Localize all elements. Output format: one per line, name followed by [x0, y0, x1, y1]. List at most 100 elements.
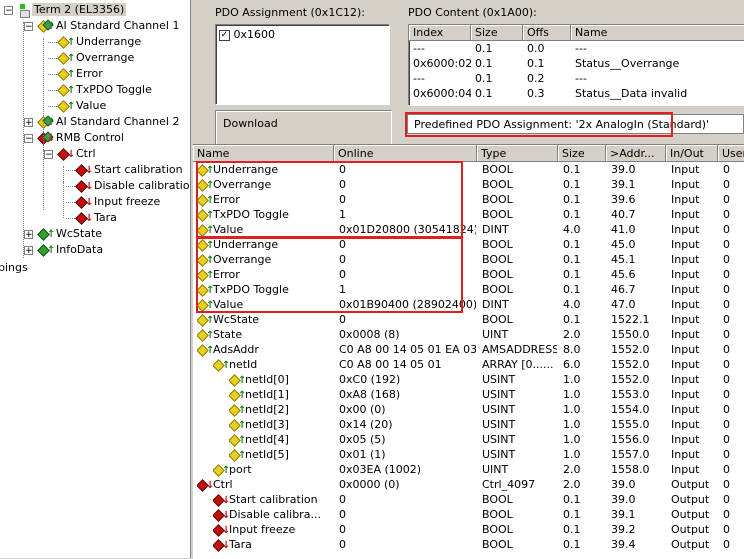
- variable-row[interactable]: ↓ Start calibration 0 BOOL 0.1 39.0 Output 0: [193, 492, 744, 507]
- pdo-assignment-list[interactable]: ✓ 0x1600: [215, 24, 390, 105]
- tree-node[interactable]: ↑ Error: [57, 66, 105, 82]
- variable-row[interactable]: ↑ Overrange 0 BOOL 0.1 39.1 Input 0: [193, 177, 744, 192]
- arrow: ↑: [238, 405, 247, 416]
- variable-row[interactable]: ↑ netId[1] 0xA8 (168) USINT 1.0 1553.0 Input 0: [193, 387, 744, 402]
- variable-row[interactable]: ↑ Error 0 BOOL 0.1 45.6 Input 0: [193, 267, 744, 282]
- tree-node[interactable]: Term 2 (EL3356): [18, 2, 127, 18]
- tree-node-label: AI Standard Channel 1: [56, 19, 180, 32]
- variable-name-cell: ↑ port: [213, 462, 334, 477]
- variable-row[interactable]: ↑ netId[0] 0xC0 (192) USINT 1.0 1552.0 Input 0: [193, 372, 744, 387]
- variable-name: State: [213, 328, 243, 341]
- variable-cell: 0xA8 (168): [339, 388, 401, 401]
- collapse-icon[interactable]: −: [44, 150, 53, 160]
- variable-row[interactable]: ↓ Input freeze 0 BOOL 0.1 39.2 Output 0: [193, 522, 744, 537]
- tree-node[interactable]: ↑ Underrange: [57, 34, 143, 50]
- variable-row[interactable]: ↑ Error 0 BOOL 0.1 39.6 Input 0: [193, 192, 744, 207]
- variable-cell: 0x05 (5): [339, 433, 386, 446]
- var-column-header[interactable]: Type: [477, 145, 558, 162]
- variable-row[interactable]: ↑ Value 0x01B90400 (28902400) DINT 4.0 47.0 In…: [193, 297, 744, 312]
- tree-node[interactable]: ↑ AI Standard Channel 2: [37, 114, 181, 130]
- variable-name: netId[4]: [245, 433, 289, 446]
- variable-row[interactable]: ↑ WcState 0 BOOL 0.1 1522.1 Input 0: [193, 312, 744, 327]
- variable-row[interactable]: ↑ port 0x03EA (1002) UINT 2.0 1558.0 Input 0: [193, 462, 744, 477]
- variable-cell: Input: [671, 268, 700, 281]
- variable-name: Overrange: [213, 178, 272, 191]
- pdo-column-header[interactable]: Index: [409, 25, 471, 41]
- variable-row[interactable]: ↑ AdsAddr C0 A8 00 14 05 01 EA 03 AMSADDRES…: [193, 342, 744, 357]
- tree-node[interactable]: ↑ WcState: [37, 226, 104, 242]
- var-column-header[interactable]: Online: [334, 145, 477, 162]
- tree-guide: [23, 22, 24, 258]
- collapse-icon[interactable]: −: [4, 6, 13, 16]
- variable-row[interactable]: ↑ State 0x0008 (8) UINT 2.0 1550.0 Input 0: [193, 327, 744, 342]
- tree-node[interactable]: ↓ Disable calibration: [75, 178, 190, 194]
- variable-row[interactable]: ↓ Disable calibra... 0 BOOL 0.1 39.1 Output 0: [193, 507, 744, 522]
- variable-cell: Input: [671, 178, 700, 191]
- input-var-icon: ↑: [57, 84, 75, 97]
- pdo-assignment-item[interactable]: ✓ 0x1600: [219, 28, 275, 42]
- variable-row[interactable]: ↑ netId[2] 0x00 (0) USINT 1.0 1554.0 Input 0: [193, 402, 744, 417]
- expand-icon[interactable]: +: [24, 118, 33, 128]
- output-var-icon: ↓: [197, 479, 214, 492]
- pdo-content-list[interactable]: Index Size Offs Name --- 0.1 0.0 --- 0x6000:02 0…: [408, 24, 744, 106]
- var-column-header[interactable]: User: [718, 145, 744, 162]
- checkbox-icon[interactable]: ✓: [219, 29, 230, 41]
- var-column-header[interactable]: >Addr...: [606, 145, 666, 162]
- tree-node[interactable]: ↓ Tara: [75, 210, 119, 226]
- variable-row[interactable]: ↑ Value 0x01D20800 (30541824) DINT 4.0 41.0 In…: [193, 222, 744, 237]
- predefined-pdo-dropdown[interactable]: Predefined PDO Assignment: '2x AnalogIn …: [407, 114, 744, 134]
- tree-node[interactable]: ↓ Input freeze: [75, 194, 162, 210]
- tree-node[interactable]: ↑ TxPDO Toggle: [57, 82, 154, 98]
- variable-cell: 1.0: [563, 418, 581, 431]
- variable-row[interactable]: ↓ Ctrl 0x0000 (0) Ctrl_4097 2.0 39.0 Output 0: [193, 477, 744, 492]
- variable-row[interactable]: ↓ Tara 0 BOOL 0.1 39.4 Output 0: [193, 537, 744, 552]
- pdo-content-row[interactable]: --- 0.1 0.2 ---: [409, 72, 744, 86]
- tree-node[interactable]: ↑ InfoData: [37, 242, 105, 258]
- variable-name: netId[0]: [245, 373, 289, 386]
- collapse-icon[interactable]: −: [24, 134, 33, 144]
- tree-node[interactable]: ↑ AI Standard Channel 1: [37, 18, 181, 34]
- variable-row[interactable]: ↑ Underrange 0 BOOL 0.1 39.0 Input 0: [193, 162, 744, 177]
- variable-row[interactable]: ↑ Overrange 0 BOOL 0.1 45.1 Input 0: [193, 252, 744, 267]
- tree-node-label: AI Standard Channel 2: [56, 115, 180, 128]
- arrow: ↓: [47, 133, 56, 144]
- pdo-column-header[interactable]: Offs: [523, 25, 571, 41]
- var-column-header[interactable]: In/Out: [666, 145, 718, 162]
- variable-row[interactable]: ↑ netId[3] 0x14 (20) USINT 1.0 1555.0 Input 0: [193, 417, 744, 432]
- variable-name-cell: ↓ Input freeze: [213, 522, 334, 537]
- variable-list[interactable]: NameOnlineTypeSize>Addr...In/OutUser ↑Un…: [193, 144, 744, 559]
- pdo-content-row[interactable]: 0x6000:02 0.1 0.1 Status__Overrange: [409, 57, 744, 71]
- input-var-icon: ↑: [229, 404, 247, 417]
- var-column-header[interactable]: Name: [193, 145, 334, 162]
- expand-icon[interactable]: +: [24, 246, 33, 256]
- tree-node[interactable]: ↓ RMB Control: [37, 130, 126, 146]
- var-column-header[interactable]: Size: [558, 145, 606, 162]
- pdo-content-row[interactable]: 0x6000:04 0.1 0.3 Status__Data invalid: [409, 87, 744, 101]
- variable-row[interactable]: ↑ Underrange 0 BOOL 0.1 45.0 Input 0: [193, 237, 744, 252]
- arrow: ↑: [238, 375, 247, 386]
- pdo-column-header[interactable]: Size: [471, 25, 523, 41]
- pdo-content-row[interactable]: --- 0.1 0.0 ---: [409, 42, 744, 56]
- variable-cell: 39.0: [611, 493, 636, 506]
- output-var-icon: ↓: [57, 148, 75, 161]
- variable-row[interactable]: ↑ netId[4] 0x05 (5) USINT 1.0 1556.0 Input 0: [193, 432, 744, 447]
- variable-name-cell: ↑ TxPDO Toggle: [197, 282, 334, 297]
- expand-icon[interactable]: +: [24, 230, 33, 240]
- pdo-column-header[interactable]: Name: [571, 25, 744, 41]
- variable-cell: 0xC0 (192): [339, 373, 401, 386]
- collapse-icon[interactable]: −: [24, 22, 33, 32]
- variable-cell: DINT: [482, 223, 509, 236]
- variable-name-cell: ↑ netId[0]: [229, 372, 334, 387]
- arrow: ↑: [206, 300, 215, 311]
- tree-node-label: Value: [76, 99, 107, 112]
- variable-row[interactable]: ↑ netId[5] 0x01 (1) USINT 1.0 1557.0 Input 0: [193, 447, 744, 462]
- device-tree[interactable]: Term 2 (EL3356) − ↑ AI Standard Channel 1− ↑…: [0, 0, 190, 558]
- tree-node[interactable]: ↓ Start calibration: [75, 162, 185, 178]
- pdo-cell: Status__Data invalid: [575, 87, 688, 100]
- variable-row[interactable]: ↑ TxPDO Toggle 1 BOOL 0.1 46.7 Input 0: [193, 282, 744, 297]
- tree-node[interactable]: ↑ Overrange: [57, 50, 136, 66]
- variable-row[interactable]: ↑ TxPDO Toggle 1 BOOL 0.1 40.7 Input 0: [193, 207, 744, 222]
- variable-row[interactable]: ↑ netId C0 A8 00 14 05 01 ARRAY [0...... 6.0…: [193, 357, 744, 372]
- tree-node[interactable]: ↑ Value: [57, 98, 108, 114]
- tree-node[interactable]: ↓ Ctrl: [57, 146, 98, 162]
